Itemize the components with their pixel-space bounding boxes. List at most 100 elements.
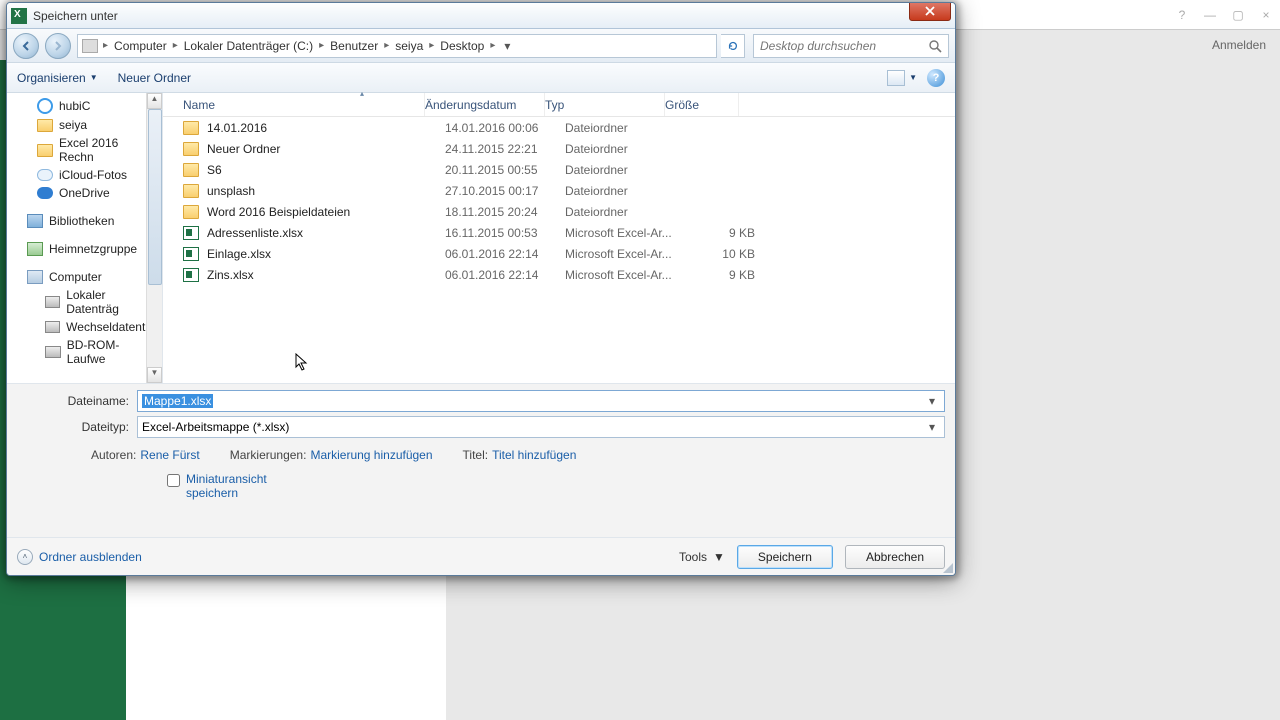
file-name: 14.01.2016 xyxy=(207,121,445,135)
nav-bar: ▸ Computer ▸ Lokaler Datenträger (C:) ▸ … xyxy=(7,29,955,63)
breadcrumb-seg[interactable]: Desktop xyxy=(437,39,487,53)
file-type: Dateiordner xyxy=(565,184,685,198)
tree-item-label: Computer xyxy=(49,270,102,284)
tree-item[interactable]: iCloud-Fotos xyxy=(7,166,162,184)
file-type: Dateiordner xyxy=(565,142,685,156)
file-name: Adressenliste.xlsx xyxy=(207,226,445,240)
bg-maximize-icon[interactable]: ▢ xyxy=(1230,8,1246,24)
file-type: Dateiordner xyxy=(565,163,685,177)
col-size[interactable]: Größe xyxy=(665,93,739,116)
bg-close-icon[interactable]: × xyxy=(1258,8,1274,24)
authors-value[interactable]: Rene Fürst xyxy=(140,448,199,462)
tags-value[interactable]: Markierung hinzufügen xyxy=(310,448,432,462)
chevron-down-icon: ▼ xyxy=(90,73,98,82)
breadcrumb-seg[interactable]: seiya xyxy=(392,39,426,53)
scroll-down-icon[interactable]: ▼ xyxy=(147,367,162,383)
search-input[interactable] xyxy=(760,39,928,53)
dialog-footer: ˄ Ordner ausblenden Tools ▼ Speichern Ab… xyxy=(7,537,955,575)
file-row[interactable]: Adressenliste.xlsx16.11.2015 00:53Micros… xyxy=(163,222,955,243)
file-list[interactable]: Name▴ Änderungsdatum Typ Größe 14.01.201… xyxy=(163,93,955,383)
breadcrumb-sep: ▸ xyxy=(170,40,181,51)
cancel-button[interactable]: Abbrechen xyxy=(845,545,945,569)
tree-item[interactable]: BD-ROM-Laufwe xyxy=(7,336,162,368)
breadcrumb-sep: ▸ xyxy=(316,40,327,51)
tree-item[interactable]: Wechseldatenträ xyxy=(7,318,162,336)
scroll-thumb[interactable] xyxy=(148,109,162,285)
list-header[interactable]: Name▴ Änderungsdatum Typ Größe xyxy=(163,93,955,117)
bg-help-icon[interactable]: ? xyxy=(1174,8,1190,24)
col-name[interactable]: Name▴ xyxy=(163,93,425,116)
help-button[interactable]: ? xyxy=(927,69,945,87)
authors-label: Autoren: xyxy=(91,448,136,462)
tree-item[interactable]: seiya xyxy=(7,116,162,134)
dialog-titlebar[interactable]: Speichern unter xyxy=(7,3,955,29)
file-row[interactable]: Einlage.xlsx06.01.2016 22:14Microsoft Ex… xyxy=(163,243,955,264)
title-value[interactable]: Titel hinzufügen xyxy=(492,448,576,462)
tree-item-label: Heimnetzgruppe xyxy=(49,242,137,256)
filename-input[interactable]: Mappe1.xlsx ▾ xyxy=(137,390,945,412)
tree-item[interactable]: OneDrive xyxy=(7,184,162,202)
file-name: unsplash xyxy=(207,184,445,198)
nav-forward-button[interactable] xyxy=(45,33,71,59)
file-row[interactable]: unsplash27.10.2015 00:17Dateiordner xyxy=(163,180,955,201)
tree-item-label: Lokaler Datenträg xyxy=(66,288,156,316)
save-button[interactable]: Speichern xyxy=(737,545,833,569)
tree-item[interactable]: Computer xyxy=(7,268,162,286)
tree-item[interactable]: hubiC xyxy=(7,96,162,116)
file-date: 24.11.2015 22:21 xyxy=(445,142,565,156)
file-row[interactable]: 14.01.201614.01.2016 00:06Dateiordner xyxy=(163,117,955,138)
bg-minimize-icon[interactable]: — xyxy=(1202,8,1218,24)
breadcrumb-seg[interactable]: Benutzer xyxy=(327,39,381,53)
arrow-left-icon xyxy=(20,40,32,52)
breadcrumb-sep: ▸ xyxy=(381,40,392,51)
tree-item-label: seiya xyxy=(59,118,87,132)
folder-icon xyxy=(183,163,199,177)
search-box[interactable] xyxy=(753,34,949,58)
file-row[interactable]: Zins.xlsx06.01.2016 22:14Microsoft Excel… xyxy=(163,264,955,285)
scroll-up-icon[interactable]: ▲ xyxy=(147,93,162,109)
resize-grip-icon[interactable] xyxy=(941,561,953,573)
tree-item[interactable]: Heimnetzgruppe xyxy=(7,240,162,258)
file-name: Word 2016 Beispieldateien xyxy=(207,205,445,219)
folder-icon xyxy=(183,184,199,198)
excel-icon xyxy=(183,247,199,261)
folder-icon xyxy=(183,205,199,219)
close-button[interactable] xyxy=(909,2,951,21)
address-dropdown[interactable]: ▾ xyxy=(498,39,516,53)
save-as-dialog: Speichern unter ▸ Computer ▸ Lokaler Dat… xyxy=(6,2,956,576)
tools-menu[interactable]: Tools ▼ xyxy=(679,550,725,564)
refresh-button[interactable] xyxy=(721,34,745,58)
col-type[interactable]: Typ xyxy=(545,93,665,116)
arrow-right-icon xyxy=(52,40,64,52)
breadcrumb-seg[interactable]: Lokaler Datenträger (C:) xyxy=(181,39,316,53)
folder-tree[interactable]: hubiC seiya Excel 2016 Rechn iCloud-Fotos On… xyxy=(7,93,163,383)
chevron-down-icon[interactable]: ▾ xyxy=(924,394,940,408)
address-bar[interactable]: ▸ Computer ▸ Lokaler Datenträger (C:) ▸ … xyxy=(77,34,717,58)
tree-item[interactable]: Lokaler Datenträg xyxy=(7,286,162,318)
folder-icon xyxy=(183,121,199,135)
file-row[interactable]: Word 2016 Beispieldateien18.11.2015 20:2… xyxy=(163,201,955,222)
tree-item-label: iCloud-Fotos xyxy=(59,168,127,182)
lib-icon xyxy=(27,214,43,228)
breadcrumb-seg[interactable]: Computer xyxy=(111,39,170,53)
file-row[interactable]: S620.11.2015 00:55Dateiordner xyxy=(163,159,955,180)
new-folder-button[interactable]: Neuer Ordner xyxy=(118,71,191,85)
file-name: S6 xyxy=(207,163,445,177)
title-label: Titel: xyxy=(463,448,489,462)
sign-in-link[interactable]: Anmelden xyxy=(1212,38,1266,52)
tree-item[interactable]: Bibliotheken xyxy=(7,212,162,230)
view-mode-button[interactable]: ▼ xyxy=(887,70,917,86)
tags-label: Markierungen: xyxy=(230,448,307,462)
nav-back-button[interactable] xyxy=(13,33,39,59)
chevron-down-icon[interactable]: ▾ xyxy=(924,420,940,434)
hide-folders-link[interactable]: ˄ Ordner ausblenden xyxy=(17,549,142,565)
chevron-up-icon: ˄ xyxy=(17,549,33,565)
file-row[interactable]: Neuer Ordner24.11.2015 22:21Dateiordner xyxy=(163,138,955,159)
col-date[interactable]: Änderungsdatum xyxy=(425,93,545,116)
tree-scrollbar[interactable]: ▲ ▼ xyxy=(146,93,162,383)
thumbnail-checkbox[interactable] xyxy=(167,474,180,487)
filetype-select[interactable]: Excel-Arbeitsmappe (*.xlsx) ▾ xyxy=(137,416,945,438)
tree-item[interactable]: Excel 2016 Rechn xyxy=(7,134,162,166)
filename-value: Mappe1.xlsx xyxy=(142,394,213,408)
organize-menu[interactable]: Organisieren ▼ xyxy=(17,71,98,85)
